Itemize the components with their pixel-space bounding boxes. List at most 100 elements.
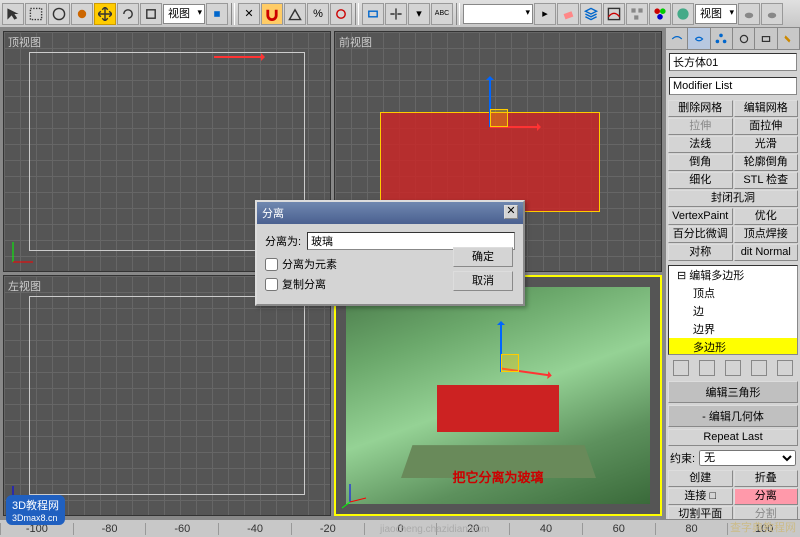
modify-tab-icon[interactable]	[688, 28, 710, 49]
show-end-icon[interactable]	[699, 360, 715, 376]
watermark-url: jiaocheng.chazidian.com	[380, 524, 490, 535]
select-fence-icon[interactable]	[71, 3, 93, 25]
close-icon[interactable]: ✕	[504, 205, 518, 219]
delete-mesh-button[interactable]: 删除网格	[668, 100, 733, 117]
teapot-icon[interactable]	[738, 3, 760, 25]
normal-button[interactable]: 法线	[668, 136, 733, 153]
motion-tab-icon[interactable]	[733, 28, 755, 49]
abc-icon[interactable]: ABC	[431, 3, 453, 25]
repeat-last-button[interactable]: Repeat Last	[668, 429, 798, 446]
create-button[interactable]: 创建	[668, 470, 733, 487]
viewport-left[interactable]: 左视图	[3, 275, 331, 516]
remove-mod-icon[interactable]	[751, 360, 767, 376]
ruler-tick: 40	[509, 523, 582, 535]
select-rect-icon[interactable]	[25, 3, 47, 25]
configure-icon[interactable]	[777, 360, 793, 376]
tree-root[interactable]: ⊟ 编辑多边形	[669, 266, 797, 284]
modifier-buttons: 删除网格 编辑网格 拉伸 面拉伸 法线 光滑 倒角 轮廓倒角 细化 STL 检查…	[666, 98, 800, 263]
object-name-input[interactable]	[669, 53, 797, 71]
checkbox[interactable]	[265, 258, 278, 271]
checkbox[interactable]	[265, 278, 278, 291]
modifier-stack[interactable]: ⊟ 编辑多边形 顶点 边 边界 多边形 体素	[668, 265, 798, 355]
angle-snap-icon[interactable]	[284, 3, 306, 25]
separator	[355, 3, 359, 25]
schematic-icon[interactable]	[626, 3, 648, 25]
vertex-paint-button[interactable]: VertexPaint	[668, 208, 733, 225]
tessellate-button[interactable]: 细化	[668, 172, 733, 189]
bevel-button[interactable]: 倒角	[668, 154, 733, 171]
tree-vertex[interactable]: 顶点	[669, 284, 797, 302]
dialog-title-text: 分离	[262, 205, 284, 221]
stack-tools	[666, 357, 800, 379]
spinner-snap-icon[interactable]	[330, 3, 352, 25]
percent-tweak-button[interactable]: 百分比微调	[668, 226, 733, 243]
move-icon[interactable]	[94, 3, 116, 25]
main-toolbar: 视图 ✕ % ▾ ABC ▸ 视图	[0, 0, 800, 28]
cancel-button[interactable]: 取消	[453, 271, 513, 291]
slice-button[interactable]: 分割	[734, 506, 799, 519]
make-unique-icon[interactable]	[725, 360, 741, 376]
layers-icon[interactable]	[580, 3, 602, 25]
detach-button[interactable]: 分离	[734, 488, 799, 505]
vertex-weld-button[interactable]: 顶点焊接	[734, 226, 799, 243]
align-icon[interactable]: ▾	[408, 3, 430, 25]
dialog-titlebar[interactable]: 分离 ✕	[257, 202, 523, 224]
constraint-dropdown[interactable]: 无	[699, 450, 796, 466]
eraser-icon[interactable]	[557, 3, 579, 25]
extrude-button[interactable]: 拉伸	[668, 118, 733, 135]
reference-coord-dropdown[interactable]: 视图	[163, 4, 205, 24]
symmetry-button[interactable]: 对称	[668, 244, 733, 261]
collapse-button[interactable]: 折叠	[734, 470, 799, 487]
ruler-tick: -20	[291, 523, 364, 535]
percent-snap-icon[interactable]: %	[307, 3, 329, 25]
edit-normal-button[interactable]: dit Normal	[734, 244, 799, 261]
named-selection-dropdown[interactable]	[463, 4, 533, 24]
scale-icon[interactable]	[140, 3, 162, 25]
ok-button[interactable]: 确定	[453, 247, 513, 267]
modifier-list-dropdown[interactable]	[669, 77, 797, 95]
pin-stack-icon[interactable]	[673, 360, 689, 376]
edit-triangle-rollout[interactable]: 编辑三角形	[668, 381, 798, 403]
render-icon[interactable]	[672, 3, 694, 25]
edit-mesh-button[interactable]: 编辑网格	[734, 100, 799, 117]
tree-edge[interactable]: 边	[669, 302, 797, 320]
cap-holes-button[interactable]: 封闭孔洞	[668, 190, 798, 207]
material-icon[interactable]	[649, 3, 671, 25]
snap-magnet-icon[interactable]	[261, 3, 283, 25]
stl-check-button[interactable]: STL 检查	[734, 172, 799, 189]
rotate-icon[interactable]	[117, 3, 139, 25]
mirror-icon[interactable]	[385, 3, 407, 25]
utilities-tab-icon[interactable]	[778, 28, 800, 49]
select-circle-icon[interactable]	[48, 3, 70, 25]
select-lock-icon[interactable]: ✕	[238, 3, 260, 25]
display-tab-icon[interactable]	[755, 28, 777, 49]
play-icon[interactable]: ▸	[534, 3, 556, 25]
optimize-button[interactable]: 优化	[734, 208, 799, 225]
create-tab-icon[interactable]	[666, 28, 688, 49]
face-extrude-button[interactable]: 面拉伸	[734, 118, 799, 135]
connect-button[interactable]: 连接 □	[668, 488, 733, 505]
separator	[456, 3, 460, 25]
slice-plane-button[interactable]: 切割平面	[668, 506, 733, 519]
hierarchy-tab-icon[interactable]	[711, 28, 733, 49]
curve-editor-icon[interactable]	[603, 3, 625, 25]
render-view-dropdown[interactable]: 视图	[695, 4, 737, 24]
ruler-tick: 80	[655, 523, 728, 535]
watermark-site: 查字典教程网	[730, 519, 796, 535]
smooth-button[interactable]: 光滑	[734, 136, 799, 153]
selected-polygon[interactable]	[437, 385, 559, 433]
ruler-tick: -40	[218, 523, 291, 535]
viewport-label: 左视图	[8, 278, 41, 294]
tree-polygon[interactable]: 多边形	[669, 338, 797, 355]
viewport-perspective[interactable]: 把它分离为玻璃	[334, 275, 662, 516]
ruler-tick: -60	[145, 523, 218, 535]
quick-render-icon[interactable]	[761, 3, 783, 25]
outline-bevel-button[interactable]: 轮廓倒角	[734, 154, 799, 171]
arrow-icon[interactable]	[2, 3, 24, 25]
pivot-icon[interactable]	[206, 3, 228, 25]
safe-frame	[29, 296, 305, 495]
named-sel-icon[interactable]	[362, 3, 384, 25]
detach-as-label: 分离为:	[265, 233, 301, 249]
tree-border[interactable]: 边界	[669, 320, 797, 338]
edit-geometry-rollout[interactable]: - 编辑几何体	[668, 405, 798, 427]
